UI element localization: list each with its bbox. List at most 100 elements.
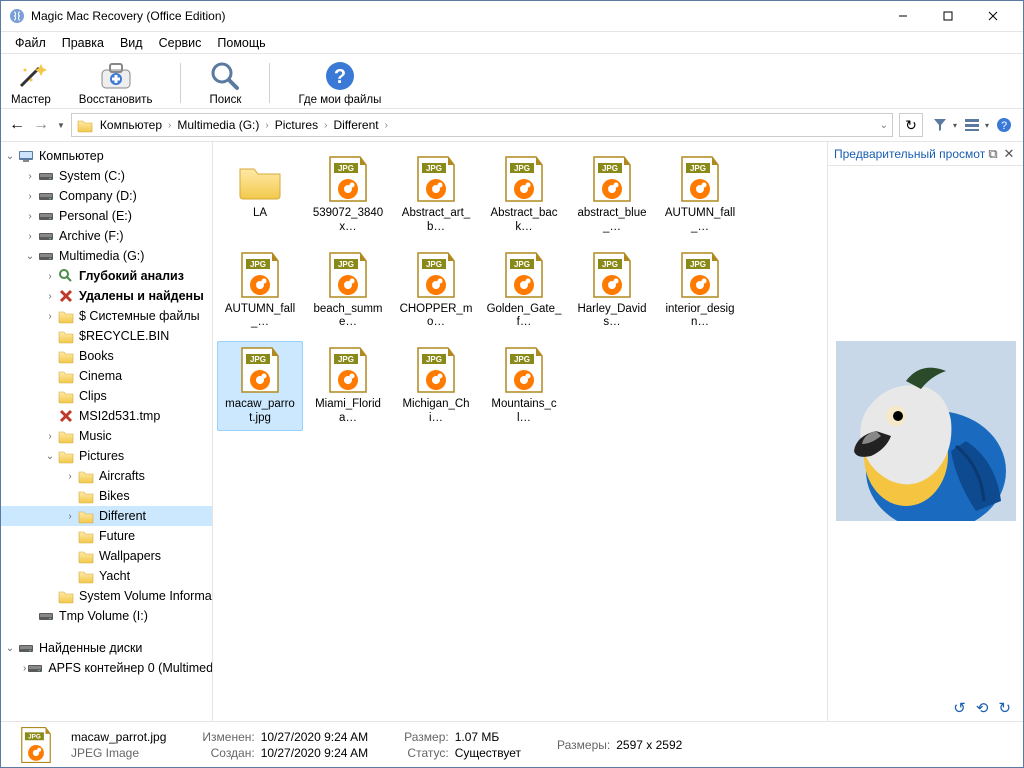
tree-clips[interactable]: Clips — [1, 386, 212, 406]
drive-icon — [26, 660, 44, 676]
file-item[interactable]: JPGbeach_summe… — [305, 246, 391, 336]
nav-forward-button[interactable]: → — [33, 116, 49, 134]
file-item[interactable]: JPGMiami_Florida… — [305, 341, 391, 431]
menu-tools[interactable]: Сервис — [151, 34, 210, 52]
where-files-button[interactable]: ? Где мои файлы — [298, 60, 381, 106]
status-filename: macaw_parrot.jpg — [71, 730, 166, 744]
tree-apfs[interactable]: ›APFS контейнер 0 (Multimedia) — [1, 658, 212, 678]
file-item[interactable]: JPGMountains_cl… — [481, 341, 567, 431]
tree-recycle[interactable]: $RECYCLE.BIN — [1, 326, 212, 346]
svg-text:JPG: JPG — [514, 164, 530, 173]
wizard-button[interactable]: Мастер — [11, 60, 51, 106]
breadcrumb-dropdown-icon[interactable]: ⌄ — [880, 120, 888, 131]
tree-yacht[interactable]: Yacht — [1, 566, 212, 586]
tree-aircrafts[interactable]: ›Aircrafts — [1, 466, 212, 486]
tree-books[interactable]: Books — [1, 346, 212, 366]
jpg-icon: JPG — [324, 346, 372, 394]
wand-icon — [15, 60, 47, 92]
close-button[interactable] — [970, 2, 1015, 31]
rotate-left-icon[interactable]: ↺ — [953, 699, 966, 717]
tree-drive-g[interactable]: ⌄Multimedia (G:) — [1, 246, 212, 266]
nav-up-button[interactable]: ▼ — [57, 121, 65, 130]
svg-text:JPG: JPG — [338, 355, 354, 364]
tree-deep-analysis[interactable]: ›Глубокий анализ — [1, 266, 212, 286]
maximize-button[interactable] — [925, 2, 970, 31]
svg-text:JPG: JPG — [602, 260, 618, 269]
toolbar-separator — [180, 63, 181, 103]
breadcrumb-box[interactable]: Компьютер› Multimedia (G:)› Pictures› Di… — [71, 113, 893, 137]
folder-item[interactable]: LA — [217, 150, 303, 240]
folder-icon — [57, 308, 75, 324]
tree-drive-e[interactable]: ›Personal (E:) — [1, 206, 212, 226]
help-button[interactable]: ? — [993, 114, 1015, 136]
view-mode-button[interactable] — [961, 114, 983, 136]
filter-button[interactable] — [929, 114, 951, 136]
folder-icon — [77, 508, 95, 524]
tree-root-computer[interactable]: ⌄Компьютер — [1, 146, 212, 166]
file-item[interactable]: JPGHarley_Davids… — [569, 246, 655, 336]
tree-bikes[interactable]: Bikes — [1, 486, 212, 506]
file-item[interactable]: JPGAbstract_back… — [481, 150, 567, 240]
refresh-button[interactable]: ↻ — [899, 113, 923, 137]
svg-text:JPG: JPG — [426, 260, 442, 269]
jpg-icon: JPG — [324, 251, 372, 299]
refresh-preview-icon[interactable]: ⟲ — [976, 699, 989, 717]
folder-icon — [57, 388, 75, 404]
app-icon — [9, 8, 25, 24]
delete-icon — [57, 288, 75, 304]
tree-sidebar[interactable]: ⌄Компьютер ›System (C:) ›Company (D:) ›P… — [1, 142, 213, 721]
minimize-button[interactable] — [880, 2, 925, 31]
breadcrumb-item[interactable]: Pictures — [275, 118, 318, 132]
drive-icon — [37, 248, 55, 264]
file-grid[interactable]: LA JPG539072_3840x… JPGAbstract_art_b… J… — [213, 142, 827, 721]
rotate-right-icon[interactable]: ↻ — [998, 699, 1011, 717]
tree-cinema[interactable]: Cinema — [1, 366, 212, 386]
svg-text:JPG: JPG — [28, 733, 41, 740]
tree-pictures[interactable]: ⌄Pictures — [1, 446, 212, 466]
menu-help[interactable]: Помощь — [209, 34, 273, 52]
file-item[interactable]: JPG539072_3840x… — [305, 150, 391, 240]
tree-sysvolinfo[interactable]: System Volume Information — [1, 586, 212, 606]
search-button[interactable]: Поиск — [209, 60, 241, 106]
file-item[interactable]: JPGabstract_blue_… — [569, 150, 655, 240]
tree-drive-f[interactable]: ›Archive (F:) — [1, 226, 212, 246]
tree-system-files[interactable]: ›$ Системные файлы — [1, 306, 212, 326]
tree-deleted-found[interactable]: ›Удалены и найдены — [1, 286, 212, 306]
file-item[interactable]: JPGAUTUMN_fall_… — [657, 150, 743, 240]
drive-icon — [37, 168, 55, 184]
tree-found-disks[interactable]: ⌄Найденные диски — [1, 638, 212, 658]
breadcrumb-item[interactable]: Компьютер — [100, 118, 162, 132]
file-item[interactable]: JPGAUTUMN_fall_… — [217, 246, 303, 336]
tree-msi-tmp[interactable]: MSI2d531.tmp — [1, 406, 212, 426]
file-item[interactable]: JPGCHOPPER_mo… — [393, 246, 479, 336]
file-item[interactable]: JPGGolden_Gate_f… — [481, 246, 567, 336]
tree-music[interactable]: ›Music — [1, 426, 212, 446]
tree-wallpapers[interactable]: Wallpapers — [1, 546, 212, 566]
breadcrumb-item[interactable]: Different — [333, 118, 378, 132]
computer-icon — [17, 148, 35, 164]
folder-icon — [77, 568, 95, 584]
menu-edit[interactable]: Правка — [54, 34, 112, 52]
delete-icon — [57, 408, 75, 424]
preview-title: Предварительный просмотр — [834, 147, 985, 161]
preview-popout-icon[interactable]: ⧉ — [985, 146, 1001, 162]
menu-view[interactable]: Вид — [112, 34, 151, 52]
jpg-icon: JPG — [588, 251, 636, 299]
tree-tmp-volume[interactable]: Tmp Volume (I:) — [1, 606, 212, 626]
preview-close-icon[interactable]: ✕ — [1001, 146, 1017, 162]
file-item[interactable]: JPGMichigan_Chi… — [393, 341, 479, 431]
tree-drive-d[interactable]: ›Company (D:) — [1, 186, 212, 206]
recover-button[interactable]: Восстановить — [79, 60, 153, 106]
file-item-selected[interactable]: JPGmacaw_parrot.jpg — [217, 341, 303, 431]
jpg-icon: JPG — [236, 251, 284, 299]
menu-file[interactable]: Файл — [7, 34, 54, 52]
help-icon: ? — [996, 117, 1012, 133]
nav-back-button[interactable]: ← — [9, 116, 25, 134]
tree-drive-c[interactable]: ›System (C:) — [1, 166, 212, 186]
tree-different[interactable]: ›Different — [1, 506, 212, 526]
tree-future[interactable]: Future — [1, 526, 212, 546]
breadcrumb-item[interactable]: Multimedia (G:) — [177, 118, 259, 132]
file-item[interactable]: JPGAbstract_art_b… — [393, 150, 479, 240]
jpg-icon: JPG — [676, 155, 724, 203]
file-item[interactable]: JPGinterior_design… — [657, 246, 743, 336]
